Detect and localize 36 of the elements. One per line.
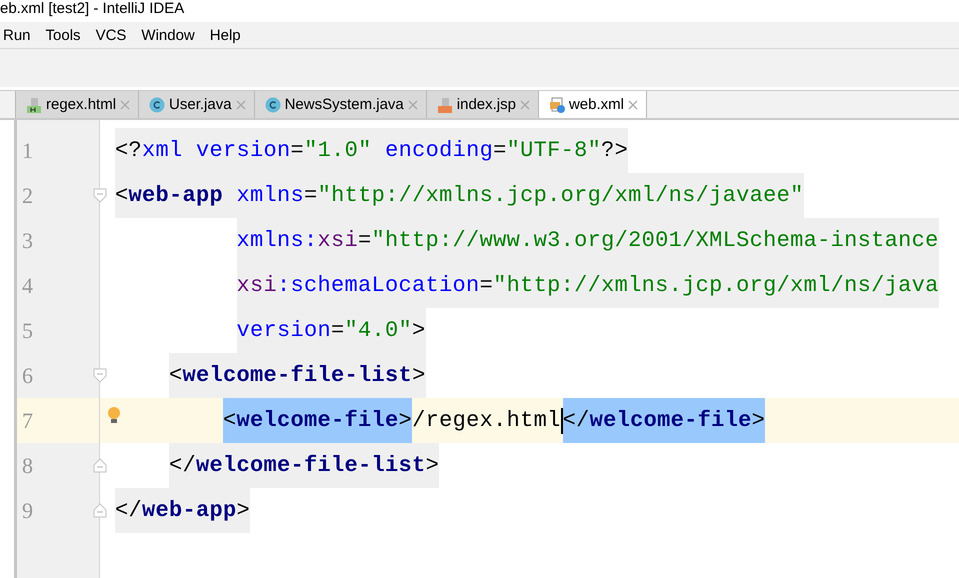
menu-item[interactable]: Tools [42,26,85,44]
code-line: <welcome-file>/regex.html</welcome-file> [223,398,766,443]
close-icon[interactable] [236,100,246,110]
editor-tab[interactable]: NewsSystem.java [254,91,427,118]
line-number: 8 [22,452,33,478]
editor-tab[interactable]: regex.html [15,91,140,118]
line-number: 3 [22,228,33,254]
menu-item[interactable]: Window [138,26,199,44]
menu-item[interactable]: Run [0,26,35,44]
fold-icon[interactable] [93,188,107,203]
close-icon[interactable] [628,100,638,110]
menu-item[interactable]: Help [206,26,245,44]
menu-item[interactable]: VCS [92,26,130,44]
line-number: 5 [22,318,33,344]
close-icon[interactable] [120,100,130,110]
xml-file-icon [548,96,565,112]
editor-tab[interactable]: User.java [138,91,255,118]
class-file-icon [149,96,166,112]
fold-end-icon[interactable] [93,458,107,473]
editor-tab[interactable]: index.jsp [426,91,539,118]
fold-icon[interactable] [93,368,107,383]
line-number: 9 [22,498,33,524]
window-title: eb.xml [test2] - IntelliJ IDEA [0,0,184,17]
line-number: 6 [22,362,33,388]
html-file-icon [26,96,42,112]
line-number: 7 [22,408,33,434]
class-file-icon [264,96,281,112]
close-icon[interactable] [408,100,418,110]
jsp-file-icon [436,96,453,112]
line-number: 2 [22,182,33,208]
line-number: 1 [22,138,33,164]
editor-tab[interactable]: web.xml [538,91,647,118]
close-icon[interactable] [520,100,530,110]
fold-end-icon[interactable] [93,503,107,518]
line-number: 4 [22,272,33,298]
lightbulb-icon[interactable] [106,406,122,424]
